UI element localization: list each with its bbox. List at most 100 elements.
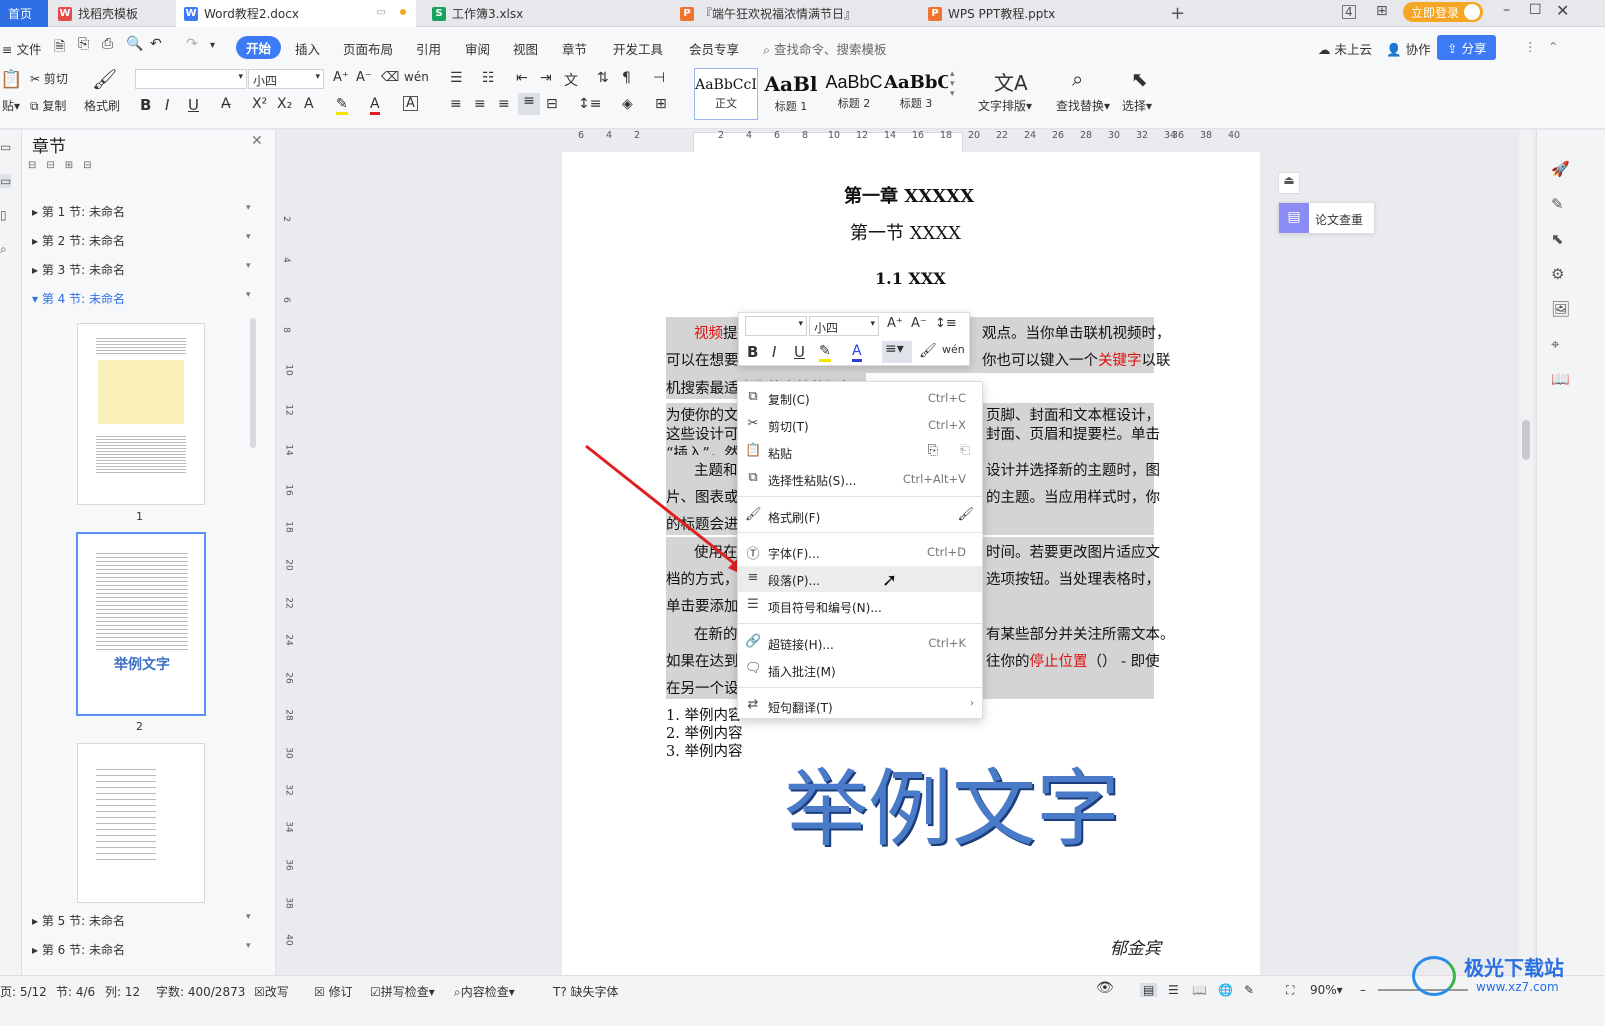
cursor-icon[interactable]: ⬉ (1551, 230, 1564, 248)
menu-start[interactable]: 开始 (236, 36, 282, 59)
text-layout-icon[interactable]: 文A (994, 67, 1028, 96)
increase-indent-icon[interactable]: ⇥ (540, 70, 552, 86)
decrease-indent-icon[interactable]: ⇤ (516, 70, 528, 86)
cursor-select-icon[interactable]: ⬉ (1131, 67, 1148, 91)
spell-check-toggle[interactable]: ☑拼写检查▾ (370, 983, 435, 1000)
save-icon[interactable]: 🗎 (54, 36, 65, 60)
section-item-4[interactable]: ▾ 第 4 节: 未命名 ▾ (32, 290, 251, 307)
mini-format-painter-icon[interactable]: 🖌 (919, 343, 937, 359)
paste-icon[interactable]: 📋 (0, 69, 22, 90)
tab-stops-icon[interactable]: ⊣ (653, 70, 665, 86)
ctx-font[interactable]: Ⓣ 字体(F)... Ctrl+D (738, 539, 982, 565)
menu-layout[interactable]: 页面布局 (343, 39, 393, 58)
login-button[interactable]: 立即登录 (1403, 2, 1483, 22)
bullet-list-icon[interactable]: ☰ (450, 70, 463, 86)
char-border-icon[interactable]: A (403, 96, 418, 111)
close-panel-icon[interactable]: ✕ (251, 133, 263, 149)
menu-references[interactable]: 引用 (416, 39, 441, 58)
mini-underline-icon[interactable]: U (794, 343, 805, 361)
sliders-icon[interactable]: ⚙ (1551, 265, 1564, 283)
paste-text-only-icon[interactable]: ⎗ (960, 443, 970, 458)
superscript-icon[interactable]: X² (252, 96, 267, 112)
style-heading-2[interactable]: AaBbC 标题 2 (822, 68, 886, 120)
find-icon[interactable]: ⌕ (1072, 67, 1083, 91)
scroll-thumb[interactable] (1522, 420, 1530, 460)
ctx-comment[interactable]: 🗨 插入批注(M) (738, 657, 982, 683)
style-heading-1[interactable]: AaBl 标题 1 (759, 68, 823, 120)
align-center-icon[interactable]: ≡ (474, 96, 486, 112)
ctx-hyperlink[interactable]: 🔗 超链接(H)... Ctrl+K (738, 630, 982, 656)
menu-chapter[interactable]: 章节 (562, 39, 587, 58)
mini-highlight-icon[interactable]: ✎ (819, 343, 831, 362)
style-heading-3[interactable]: AaBbC 标题 3 (884, 68, 948, 120)
select-button[interactable]: 选择▾ (1122, 97, 1152, 114)
share-button[interactable]: ⇪ 分享 (1437, 35, 1497, 60)
font-name-select[interactable]: ▾ (135, 69, 247, 89)
mini-line-spacing-icon[interactable]: ↕≡ (935, 316, 957, 331)
paste-button[interactable]: 贴▾ (2, 97, 20, 114)
chinese-layout-icon[interactable]: 文 (564, 70, 578, 90)
rocket-icon[interactable]: 🚀 (1551, 160, 1570, 178)
menu-insert[interactable]: 插入 (295, 39, 320, 58)
collapse-ribbon-icon[interactable]: ⌃ (1548, 39, 1558, 54)
tab-sheet[interactable]: S 工作簿3.xlsx (424, 0, 664, 27)
undo-icon[interactable]: ↶ (150, 36, 162, 52)
font-size-select[interactable]: 小四 ▾ (248, 69, 324, 89)
revise-toggle[interactable]: ☒ 修订 (314, 983, 353, 1000)
page-thumb-2[interactable]: 举例文字 (76, 532, 206, 716)
mini-phonetic-icon[interactable]: wén (942, 343, 965, 356)
tab-ppt-1[interactable]: P 『端午狂欢祝福浓情满节日』 (672, 0, 912, 27)
section-item-6[interactable]: ▸ 第 6 节: 未命名 ▾ (32, 941, 251, 958)
cloud-status[interactable]: ☁ 未上云 (1318, 39, 1372, 58)
vertical-ruler[interactable]: 2 4 6 8 10 12 14 16 18 20 22 24 26 28 30… (281, 130, 296, 975)
customize-icon[interactable]: ▾ (210, 40, 215, 51)
find-replace-button[interactable]: 查找替换▾ (1056, 97, 1110, 114)
grow-font-icon[interactable]: A⁺ (333, 70, 349, 85)
reading-mode-icon[interactable]: 4 (1342, 5, 1356, 19)
mini-grow-font-icon[interactable]: A⁺ (887, 316, 903, 331)
mini-font-name[interactable]: ▾ (745, 316, 807, 336)
paper-check-button[interactable]: ▤ 论文查重 (1278, 202, 1375, 234)
command-search[interactable]: ⌕ 查找命令、搜索模板 (763, 39, 887, 58)
print-preview-icon[interactable]: 🔍 (126, 36, 143, 52)
web-view-icon[interactable]: 🌐 (1218, 983, 1233, 997)
menu-developer[interactable]: 开发工具 (613, 39, 663, 58)
zoom-out-icon[interactable]: – (1360, 983, 1366, 997)
missing-font-button[interactable]: T? 缺失字体 (553, 983, 619, 1000)
section-item-2[interactable]: ▸ 第 2 节: 未命名 ▾ (32, 232, 251, 249)
maximize-icon[interactable]: ☐ (1529, 2, 1542, 18)
book-icon[interactable]: 📖 (1551, 370, 1570, 388)
menu-member[interactable]: 会员专享 (689, 39, 739, 58)
strikethrough-icon[interactable]: A̶ (221, 96, 231, 112)
print-icon[interactable]: ⎙ (102, 36, 113, 52)
ctx-bullets[interactable]: ☰ 项目符号和编号(N)... (738, 593, 982, 619)
show-marks-icon[interactable]: ¶ (622, 70, 631, 86)
shrink-font-icon[interactable]: A⁻ (356, 70, 372, 85)
zoom-level[interactable]: 90%▾ (1310, 983, 1343, 997)
menu-file[interactable]: ≡ 文件 (2, 39, 41, 58)
page-view-icon[interactable]: ▤ (1140, 983, 1158, 997)
bold-icon[interactable]: B (140, 96, 151, 114)
rewrite-toggle[interactable]: ☒改写 (254, 983, 289, 1000)
content-check-button[interactable]: ⌕内容检查▾ (454, 983, 515, 1000)
mini-align-icon[interactable]: ≡▾ (882, 341, 912, 363)
chapter-nav-icon[interactable]: ▭ (0, 174, 12, 188)
align-right-icon[interactable]: ≡ (498, 96, 510, 112)
italic-icon[interactable]: I (165, 96, 169, 114)
section-item-3[interactable]: ▸ 第 3 节: 未命名 ▾ (32, 261, 251, 278)
copy-button[interactable]: ⧉ 复制 (30, 97, 66, 114)
text-effect-icon[interactable]: A (304, 96, 314, 112)
distributed-icon[interactable]: ⊟ (546, 96, 558, 112)
subscript-icon[interactable]: X₂ (277, 96, 292, 112)
export-pdf-icon[interactable]: ⎘ (78, 36, 89, 52)
section-item-5[interactable]: ▸ 第 5 节: 未命名 ▾ (32, 912, 251, 929)
style-normal[interactable]: AaBbCcI 正文 (694, 68, 758, 120)
vertical-scrollbar[interactable] (1519, 130, 1533, 975)
justify-icon[interactable]: ≡ (518, 93, 540, 115)
format-painter-side-icon[interactable]: 🖌 (957, 507, 974, 522)
image-tool-icon[interactable]: 🖼 (1551, 300, 1570, 318)
page-thumb-1[interactable] (77, 323, 205, 505)
nav-search-icon[interactable]: ⌕ (0, 242, 7, 257)
mini-font-size[interactable]: 小四 ▾ (809, 316, 879, 336)
text-layout-button[interactable]: 文字排版▾ (978, 97, 1032, 114)
